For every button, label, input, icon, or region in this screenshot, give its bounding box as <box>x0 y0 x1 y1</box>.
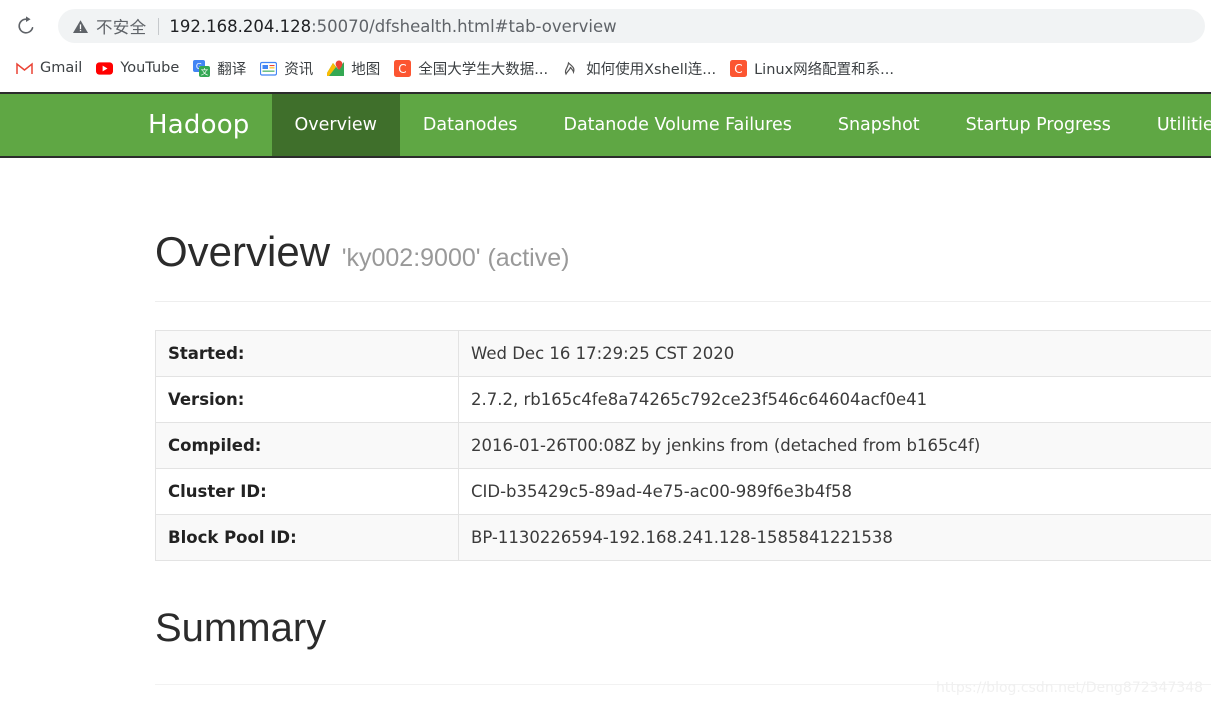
warning-triangle-icon <box>73 19 88 33</box>
table-row: Version: 2.7.2, rb165c4fe8a74265c792ce23… <box>155 376 1211 423</box>
svg-text:文: 文 <box>201 66 209 76</box>
cluster-info-table: Started: Wed Dec 16 17:29:25 CST 2020 Ve… <box>155 330 1211 561</box>
nav-item-label: Utilities <box>1156 115 1211 135</box>
bookmark-news[interactable]: 资讯 <box>254 54 321 82</box>
table-row: Block Pool ID: BP-1130226594-192.168.241… <box>155 514 1211 561</box>
svg-text:C: C <box>399 61 407 75</box>
row-label: Started: <box>155 330 459 377</box>
browser-chrome: 不安全 192.168.204.128:50070/dfshealth.html… <box>0 0 1211 88</box>
nav-item-label: Datanode Volume Failures <box>563 115 792 135</box>
xshell-icon <box>562 60 579 77</box>
gmail-icon <box>16 60 33 77</box>
csdn-icon: C <box>394 59 412 77</box>
table-row: Compiled: 2016-01-26T00:08Z by jenkins f… <box>155 422 1211 469</box>
nav-item-datanode-volume-failures[interactable]: Datanode Volume Failures <box>540 94 814 156</box>
nav-item-utilities[interactable]: Utilities <box>1134 94 1211 156</box>
hadoop-navbar: Hadoop Overview Datanodes Datanode Volum… <box>0 92 1211 158</box>
row-label: Compiled: <box>155 422 459 469</box>
svg-text:C: C <box>734 61 742 75</box>
bookmarks-bar: Gmail YouTube G 文 翻译 资讯 地图 C 全国大学生大数据...… <box>0 50 1211 86</box>
url-host: 192.168.204.128 <box>169 16 312 36</box>
bookmark-csdn-linux[interactable]: C Linux网络配置和系... <box>724 54 902 82</box>
reload-button[interactable] <box>9 9 43 43</box>
bookmark-maps[interactable]: 地图 <box>321 54 388 82</box>
youtube-icon <box>96 60 114 77</box>
reload-icon <box>18 16 34 34</box>
title-divider <box>155 301 1211 302</box>
watermark: https://blog.csdn.net/Deng872347348 <box>936 680 1204 696</box>
table-row: Cluster ID: CID-b35429c5-89ad-4e75-ac00-… <box>155 468 1211 515</box>
url-text[interactable]: 192.168.204.128:50070/dfshealth.html#tab… <box>169 17 616 36</box>
bookmark-label: 全国大学生大数据... <box>418 61 549 78</box>
nav-item-datanodes[interactable]: Datanodes <box>400 94 541 156</box>
csdn-icon: C <box>730 59 748 77</box>
nav-item-startup-progress[interactable]: Startup Progress <box>943 94 1134 156</box>
bookmark-youtube[interactable]: YouTube <box>90 54 187 82</box>
brand-hadoop[interactable]: Hadoop <box>148 94 272 156</box>
row-value: 2016-01-26T00:08Z by jenkins from (detac… <box>458 422 1211 469</box>
row-value: BP-1130226594-192.168.241.128-1585841221… <box>458 514 1211 561</box>
page-title-main: Overview <box>155 228 331 275</box>
bookmark-label: Gmail <box>40 60 83 76</box>
nav-item-overview[interactable]: Overview <box>271 94 400 156</box>
bookmark-translate[interactable]: G 文 翻译 <box>187 54 254 82</box>
bookmark-label: 翻译 <box>217 61 247 78</box>
nav-item-label: Datanodes <box>422 115 518 135</box>
page-title: Overview 'ky002:9000' (active) <box>155 228 569 276</box>
row-label: Version: <box>155 376 459 423</box>
row-value: CID-b35429c5-89ad-4e75-ac00-989f6e3b4f58 <box>458 468 1211 515</box>
table-row: Started: Wed Dec 16 17:29:25 CST 2020 <box>155 330 1211 377</box>
nav-item-label: Snapshot <box>837 115 920 135</box>
page-title-subtitle: 'ky002:9000' (active) <box>341 244 570 272</box>
bookmark-label: 资讯 <box>284 61 314 78</box>
bookmark-csdn-bigdata[interactable]: C 全国大学生大数据... <box>388 54 556 82</box>
security-label: 不安全 <box>96 18 147 37</box>
bookmark-label: 地图 <box>351 61 381 78</box>
url-path: :50070/dfshealth.html#tab-overview <box>311 16 617 36</box>
row-value: 2.7.2, rb165c4fe8a74265c792ce23f546c6460… <box>458 376 1211 423</box>
row-label: Cluster ID: <box>155 468 459 515</box>
google-maps-icon <box>327 60 345 77</box>
bookmark-label: Linux网络配置和系... <box>754 61 894 78</box>
bookmark-gmail[interactable]: Gmail <box>10 54 90 82</box>
summary-heading: Summary <box>155 606 327 650</box>
bookmark-label: YouTube <box>120 60 180 76</box>
nav-item-label: Startup Progress <box>965 115 1111 135</box>
bookmark-xshell[interactable]: 如何使用Xshell连... <box>556 54 724 82</box>
page-content: Overview 'ky002:9000' (active) Started: … <box>0 158 1211 708</box>
omnibox-row: 不安全 192.168.204.128:50070/dfshealth.html… <box>0 6 1211 46</box>
nav-item-snapshot[interactable]: Snapshot <box>815 94 943 156</box>
security-chip[interactable]: 不安全 <box>72 14 146 38</box>
omnibox-divider <box>158 17 160 35</box>
google-news-icon <box>260 60 278 77</box>
row-value: Wed Dec 16 17:29:25 CST 2020 <box>458 330 1211 377</box>
address-bar[interactable]: 不安全 192.168.204.128:50070/dfshealth.html… <box>58 9 1205 43</box>
nav-item-label: Overview <box>294 115 377 135</box>
bookmark-label: 如何使用Xshell连... <box>586 61 717 78</box>
google-translate-icon: G 文 <box>193 59 211 77</box>
row-label: Block Pool ID: <box>155 514 459 561</box>
